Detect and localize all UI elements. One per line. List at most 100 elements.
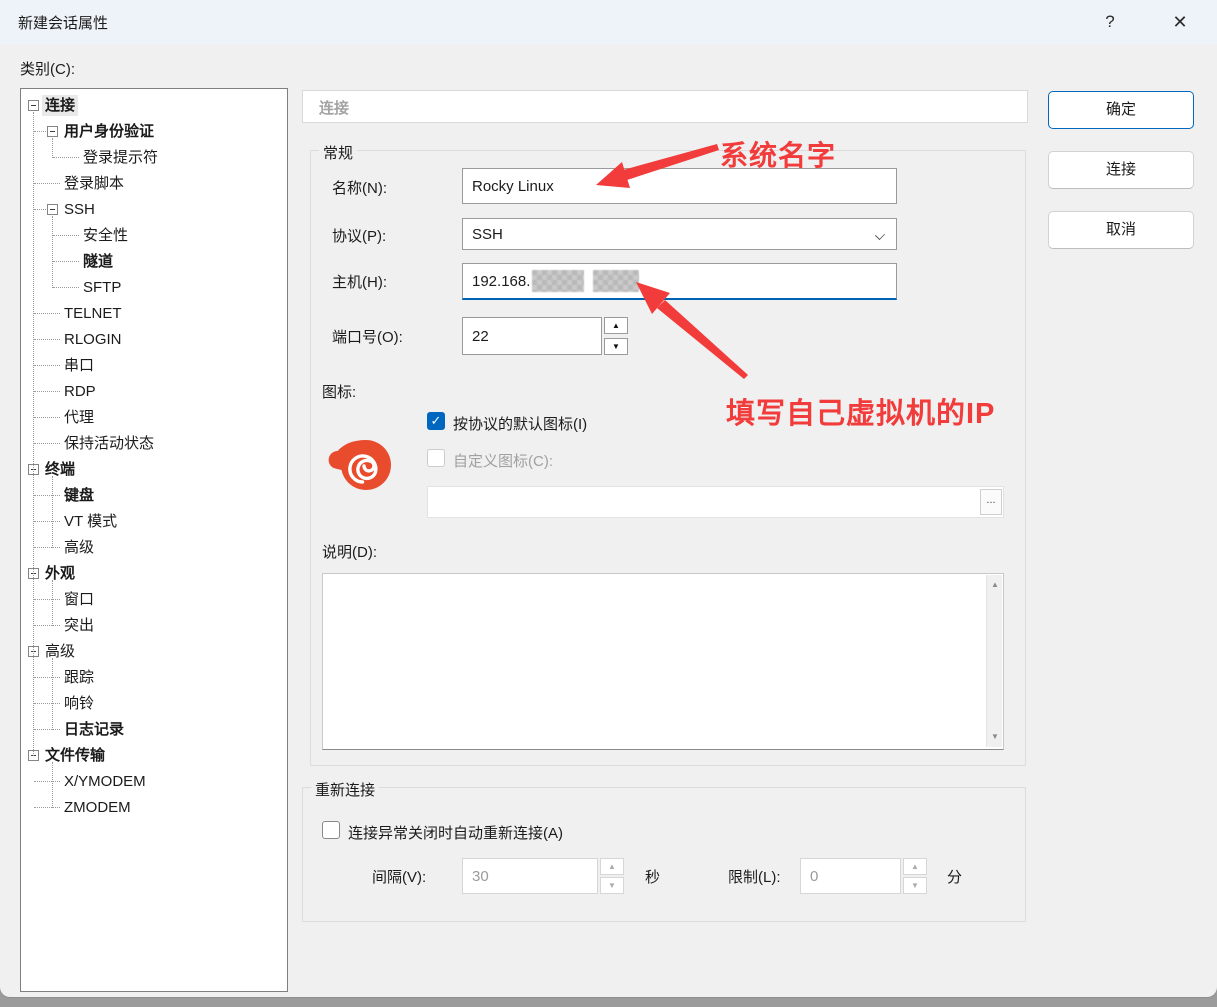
tree-connector-line bbox=[52, 580, 53, 626]
tree-item[interactable]: 文件传输 bbox=[21, 743, 287, 769]
tree-item-label: 键盘 bbox=[61, 485, 97, 506]
limit-spin-up-icon[interactable]: ▲ bbox=[903, 858, 927, 875]
port-spin-up-icon[interactable]: ▲ bbox=[604, 317, 628, 334]
interval-input[interactable]: 30 bbox=[462, 858, 598, 894]
reconnect-group: 重新连接 bbox=[302, 787, 1026, 922]
tree-branch-line bbox=[53, 157, 79, 158]
protocol-value: SSH bbox=[472, 226, 503, 243]
protocol-select[interactable]: SSH bbox=[462, 218, 897, 250]
tree-item[interactable]: VT 模式 bbox=[21, 509, 287, 535]
tree-item-label: RLOGIN bbox=[61, 329, 125, 350]
tree-item-label: 日志记录 bbox=[61, 719, 127, 740]
tree-item-label: 登录脚本 bbox=[61, 173, 127, 194]
tree-item-label: 连接 bbox=[42, 95, 78, 116]
tree-item-label: 登录提示符 bbox=[80, 147, 161, 168]
tree-item[interactable]: X/YMODEM bbox=[21, 769, 287, 795]
custom-icon-checkbox[interactable] bbox=[427, 449, 445, 467]
tree-collapse-icon[interactable] bbox=[47, 126, 58, 137]
port-value: 22 bbox=[472, 328, 489, 345]
scroll-down-icon[interactable]: ▼ bbox=[987, 729, 1003, 745]
tree-collapse-icon[interactable] bbox=[47, 204, 58, 215]
tree-item[interactable]: 保持活动状态 bbox=[21, 431, 287, 457]
tree-item[interactable]: RLOGIN bbox=[21, 327, 287, 353]
connect-button[interactable]: 连接 bbox=[1048, 151, 1194, 189]
general-group-title: 常规 bbox=[319, 142, 357, 163]
tree-item-label: 外观 bbox=[42, 563, 78, 584]
port-label: 端口号(O): bbox=[332, 326, 403, 347]
host-value-prefix: 192.168. bbox=[472, 273, 530, 290]
port-spin-down-icon[interactable]: ▼ bbox=[604, 338, 628, 355]
custom-icon-checkbox-label: 自定义图标(C): bbox=[453, 450, 553, 471]
ok-button[interactable]: 确定 bbox=[1048, 91, 1194, 129]
limit-value: 0 bbox=[810, 868, 818, 885]
tree-item-label: 保持活动状态 bbox=[61, 433, 157, 454]
cancel-button[interactable]: 取消 bbox=[1048, 211, 1194, 249]
host-redacted-block bbox=[532, 270, 584, 292]
default-icon-checkbox[interactable]: ✓ bbox=[427, 412, 445, 430]
tree-item[interactable]: 代理 bbox=[21, 405, 287, 431]
custom-icon-path-input[interactable] bbox=[427, 486, 1004, 518]
help-icon[interactable]: ? bbox=[1093, 8, 1127, 36]
interval-spin-up-icon[interactable]: ▲ bbox=[600, 858, 624, 875]
tree-item[interactable]: RDP bbox=[21, 379, 287, 405]
tree-item[interactable]: 键盘 bbox=[21, 483, 287, 509]
tree-connector-line bbox=[52, 658, 53, 730]
browse-button[interactable]: ... bbox=[980, 489, 1002, 515]
tree-item-label: VT 模式 bbox=[61, 511, 120, 532]
tree-branch-line bbox=[34, 495, 60, 496]
tree-item[interactable]: 高级 bbox=[21, 639, 287, 665]
tree-branch-line bbox=[34, 729, 60, 730]
tree-item[interactable]: 终端 bbox=[21, 457, 287, 483]
tree-item[interactable]: SSH bbox=[21, 197, 287, 223]
tree-branch-line bbox=[34, 417, 60, 418]
description-scrollbar[interactable]: ▲ ▼ bbox=[986, 575, 1002, 747]
interval-value: 30 bbox=[472, 868, 489, 885]
tree-item[interactable]: 日志记录 bbox=[21, 717, 287, 743]
tree-item[interactable]: TELNET bbox=[21, 301, 287, 327]
icon-label: 图标: bbox=[322, 381, 356, 402]
tree-item[interactable]: 高级 bbox=[21, 535, 287, 561]
tree-item[interactable]: 响铃 bbox=[21, 691, 287, 717]
tree-item-label: 终端 bbox=[42, 459, 78, 480]
tree-item-label: 安全性 bbox=[80, 225, 131, 246]
tree-branch-line bbox=[34, 183, 60, 184]
limit-input[interactable]: 0 bbox=[800, 858, 901, 894]
tree-item[interactable]: 外观 bbox=[21, 561, 287, 587]
tree-item-label: 串口 bbox=[61, 355, 97, 376]
tree-item[interactable]: 串口 bbox=[21, 353, 287, 379]
tree-item[interactable]: 连接 bbox=[21, 93, 287, 119]
close-icon[interactable]: ✕ bbox=[1163, 8, 1197, 36]
scroll-up-icon[interactable]: ▲ bbox=[987, 577, 1003, 593]
port-input[interactable]: 22 bbox=[462, 317, 602, 355]
tree-item[interactable]: 隧道 bbox=[21, 249, 287, 275]
host-input[interactable]: 192.168. bbox=[462, 263, 897, 300]
tree-item[interactable]: 登录提示符 bbox=[21, 145, 287, 171]
interval-label: 间隔(V): bbox=[372, 866, 426, 887]
tree-item[interactable]: 跟踪 bbox=[21, 665, 287, 691]
limit-label: 限制(L): bbox=[728, 866, 781, 887]
screen: 新建会话属性 ? ✕ 类别(C): 连接用户身份验证登录提示符登录脚本SSH安全… bbox=[0, 0, 1217, 1007]
description-textarea[interactable]: ▲ ▼ bbox=[322, 573, 1004, 750]
tree-branch-line bbox=[34, 703, 60, 704]
limit-spin-down-icon[interactable]: ▼ bbox=[903, 877, 927, 894]
tree-connector-line bbox=[33, 112, 34, 756]
tree-item[interactable]: 用户身份验证 bbox=[21, 119, 287, 145]
tree-item[interactable]: ZMODEM bbox=[21, 795, 287, 821]
tree-item[interactable]: SFTP bbox=[21, 275, 287, 301]
tree-item[interactable]: 登录脚本 bbox=[21, 171, 287, 197]
default-icon-checkbox-label: 按协议的默认图标(I) bbox=[453, 413, 587, 434]
tree-branch-line bbox=[34, 391, 60, 392]
tree-item-label: 隧道 bbox=[80, 251, 116, 272]
tree-collapse-icon[interactable] bbox=[28, 100, 39, 111]
tree-item[interactable]: 突出 bbox=[21, 613, 287, 639]
tree-branch-line bbox=[34, 521, 60, 522]
tree-item-label: 高级 bbox=[61, 537, 97, 558]
interval-unit-label: 秒 bbox=[645, 866, 660, 887]
auto-reconnect-checkbox[interactable] bbox=[322, 821, 340, 839]
tree-item[interactable]: 安全性 bbox=[21, 223, 287, 249]
tree-item[interactable]: 窗口 bbox=[21, 587, 287, 613]
tree-item-label: 突出 bbox=[61, 615, 97, 636]
tree-item-label: 响铃 bbox=[61, 693, 97, 714]
interval-spin-down-icon[interactable]: ▼ bbox=[600, 877, 624, 894]
tree-branch-line bbox=[53, 261, 79, 262]
